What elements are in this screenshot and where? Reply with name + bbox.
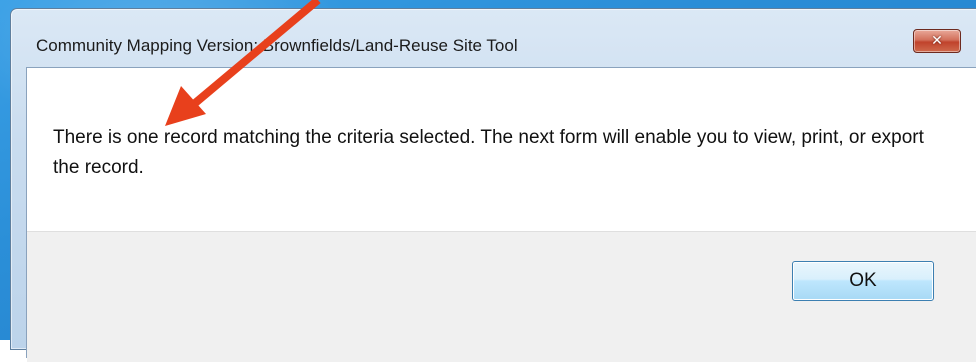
dialog-title: Community Mapping Version: Brownfields/L… xyxy=(36,36,518,55)
message-area: There is one record matching the criteri… xyxy=(27,68,976,231)
close-button[interactable]: ✕ xyxy=(913,29,961,53)
dialog-content: There is one record matching the criteri… xyxy=(26,67,976,362)
ok-button[interactable]: OK xyxy=(792,261,934,301)
dialog-message: There is one record matching the criteri… xyxy=(53,127,924,178)
message-dialog: Community Mapping Version: Brownfields/L… xyxy=(10,8,976,362)
title-bar[interactable]: Community Mapping Version: Brownfields/L… xyxy=(11,9,976,55)
button-bar: OK xyxy=(27,231,976,362)
close-icon: ✕ xyxy=(931,33,943,49)
